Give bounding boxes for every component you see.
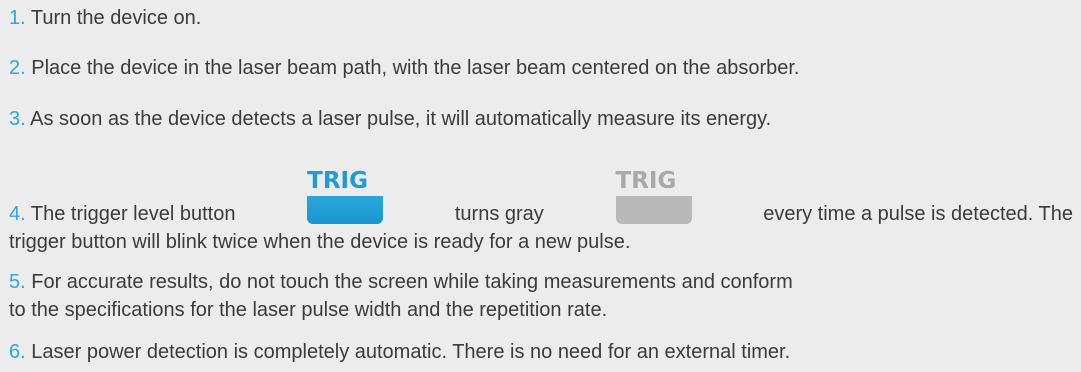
step-text: every time a pulse is detected. The xyxy=(763,203,1073,225)
step-5-line-2: to the specifications for the laser puls… xyxy=(9,299,608,321)
trigger-button-active-icon: TRIG xyxy=(307,168,384,224)
step-text: turns gray xyxy=(454,203,544,225)
step-4-line-2: trigger button will blink twice when the… xyxy=(9,231,631,253)
step-5: 5. For accurate results, do not touch th… xyxy=(9,268,1073,324)
trigger-button-active-label: TRIG xyxy=(307,168,384,196)
step-text: For accurate results, do not touch the s… xyxy=(31,271,793,293)
step-number: 4. xyxy=(9,203,26,225)
step-text: Laser power detection is completely auto… xyxy=(31,341,791,363)
step-3: 3. As soon as the device detects a laser… xyxy=(9,105,1073,133)
step-5-line-1: 5. For accurate results, do not touch th… xyxy=(9,268,1073,296)
trigger-button-gray-icon: TRIG xyxy=(615,168,692,224)
step-text: Place the device in the laser beam path,… xyxy=(31,57,800,79)
step-number: 6. xyxy=(9,341,26,363)
step-number: 3. xyxy=(9,108,26,130)
step-text: The trigger level button xyxy=(30,203,236,225)
step-6: 6. Laser power detection is completely a… xyxy=(9,338,1073,366)
step-number: 1. xyxy=(9,7,26,29)
step-text: Turn the device on. xyxy=(30,7,202,29)
trigger-button-gray-label: TRIG xyxy=(615,168,692,196)
step-2: 2. Place the device in the laser beam pa… xyxy=(9,54,1073,82)
step-4-line-1: 4. The trigger level button TRIG turns g… xyxy=(9,168,1073,228)
step-text: As soon as the device detects a laser pu… xyxy=(30,108,772,130)
step-number: 2. xyxy=(9,57,26,79)
step-1: 1. Turn the device on. xyxy=(9,4,1073,32)
instruction-list: 1. Turn the device on. 2. Place the devi… xyxy=(0,0,1081,372)
step-4: 4. The trigger level button TRIG turns g… xyxy=(9,168,1073,256)
step-number: 5. xyxy=(9,271,26,293)
